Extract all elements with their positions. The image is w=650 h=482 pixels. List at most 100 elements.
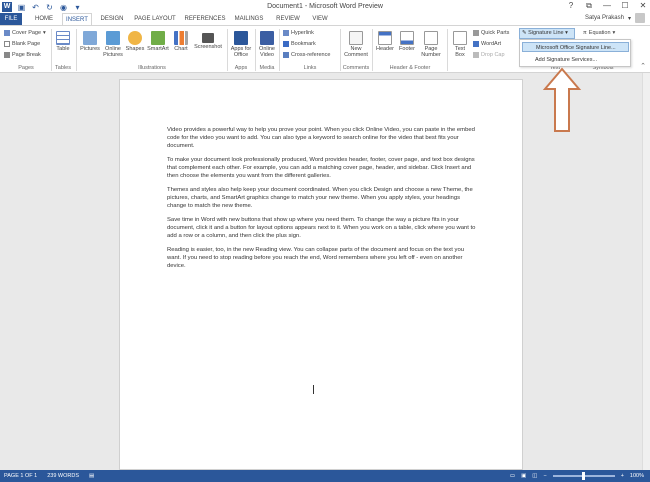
print-layout-icon[interactable]: ▣ [521,470,526,482]
shapes-button[interactable]: Shapes [125,31,145,52]
annotation-arrow-icon [542,67,582,132]
text-cursor [313,385,314,394]
tab-home[interactable]: HOME [30,13,58,25]
table-icon [56,31,70,45]
page-number-button[interactable]: Page Number [419,31,443,58]
cover-page-button[interactable]: Cover Page ▾ [4,30,46,36]
chevron-down-icon: ▾ [627,15,631,22]
status-bar: PAGE 1 OF 1 239 WORDS ▤ ▭ ▣ ◫ − + 100% [0,470,650,482]
window-controls: ? ⧉ — ☐ ✕ [566,1,648,11]
group-label-header-footer: Header & Footer [389,65,431,71]
tab-insert[interactable]: INSERT [62,13,92,25]
word-count[interactable]: 239 WORDS [47,470,79,482]
pictures-button[interactable]: Pictures [79,31,101,52]
zoom-level[interactable]: 100% [630,470,644,482]
online-pictures-icon [106,31,120,45]
maximize-button[interactable]: ☐ [620,1,630,11]
text-box-button[interactable]: Text Box [450,31,470,58]
equation-button[interactable]: π Equation ▾ [583,30,615,36]
tab-mailings[interactable]: MAILINGS [232,13,266,25]
zoom-slider[interactable] [552,472,615,480]
group-label-links: Links [303,65,317,71]
page-number-icon [424,31,438,45]
paragraph[interactable]: Video provides a powerful way to help yo… [167,126,477,151]
pictures-icon [83,31,97,45]
footer-button[interactable]: Footer [397,31,417,52]
paragraph[interactable]: To make your document look professionall… [167,156,477,181]
window-title: Document1 - Microsoft Word Preview [267,3,383,10]
menu-item-add-signature-services[interactable]: Add Signature Services... [522,55,629,65]
document-page[interactable]: Video provides a powerful way to help yo… [119,79,523,470]
group-label-pages: Pages [18,65,34,71]
tab-references[interactable]: REFERENCES [184,13,226,25]
zoom-slider-thumb[interactable] [581,472,585,480]
read-mode-icon[interactable]: ▭ [510,470,515,482]
vertical-scrollbar[interactable] [642,73,650,470]
tab-file[interactable]: FILE [0,13,22,25]
page-break-button[interactable]: Page Break [4,52,41,58]
drop-cap-button[interactable]: Drop Cap [473,52,505,58]
shapes-icon [128,31,142,45]
chevron-down-icon: ▾ [43,30,46,36]
apps-for-office-button[interactable]: Apps for Office [229,31,253,58]
video-icon [260,31,274,45]
minimize-button[interactable]: — [602,1,612,11]
quick-parts-button[interactable]: Quick Parts [473,30,509,36]
paragraph[interactable]: Themes and styles also help keep your do… [167,186,477,211]
drop-cap-icon [473,52,479,58]
paragraph[interactable]: Save time in Word with new buttons that … [167,216,477,241]
collapse-ribbon-icon[interactable]: ⌃ [640,62,646,70]
comment-icon [349,31,363,45]
table-button[interactable]: Table [54,31,72,52]
header-button[interactable]: Header [374,31,396,52]
user-account[interactable]: Satya Prakash ▾ [585,13,645,23]
signature-line-button[interactable]: ✎ Signature Line ▾ [519,28,575,39]
zoom-in-button[interactable]: + [621,470,624,482]
bookmark-button[interactable]: Bookmark [283,41,316,47]
tab-design[interactable]: DESIGN [98,13,126,25]
page-count[interactable]: PAGE 1 OF 1 [4,470,37,482]
blank-page-icon [4,41,10,47]
page-break-icon [4,52,10,58]
group-label-tables: Tables [55,65,71,71]
help-button[interactable]: ? [566,1,576,11]
wordart-icon [473,41,479,47]
menu-item-office-signature-line[interactable]: Microsoft Office Signature Line... [522,42,629,52]
document-body[interactable]: Video provides a powerful way to help yo… [167,126,477,276]
hyperlink-button[interactable]: Hyperlink [283,30,314,36]
proofing-icon[interactable]: ▤ [89,470,94,482]
ribbon-display-button[interactable]: ⧉ [584,1,594,11]
signature-pen-icon: ✎ [522,30,527,36]
chart-button[interactable]: Chart [172,31,190,52]
blank-page-button[interactable]: Blank Page [4,41,40,47]
smartart-button[interactable]: SmartArt [146,31,170,52]
new-comment-button[interactable]: New Comment [342,31,370,58]
store-icon [234,31,248,45]
cross-reference-button[interactable]: Cross-reference [283,52,330,58]
chevron-down-icon: ▾ [565,30,568,36]
paragraph[interactable]: Reading is easier, too, in the new Readi… [167,246,477,271]
signature-line-dropdown: Microsoft Office Signature Line... Add S… [519,39,631,67]
group-divider [279,29,280,71]
tab-page-layout[interactable]: PAGE LAYOUT [132,13,178,25]
avatar[interactable] [635,13,645,23]
header-icon [378,31,392,45]
screenshot-button[interactable]: Screenshot [192,31,224,50]
group-divider [447,29,448,71]
online-pictures-button[interactable]: Online Pictures [102,31,124,58]
online-video-button[interactable]: Online Video [257,31,277,58]
web-layout-icon[interactable]: ◫ [532,470,537,482]
group-label-comments: Comments [342,65,370,71]
cover-page-icon [4,30,10,36]
link-icon [283,30,289,36]
smartart-icon [151,31,165,45]
close-button[interactable]: ✕ [638,1,648,11]
tab-view[interactable]: VIEW [308,13,332,25]
footer-icon [400,31,414,45]
chevron-down-icon: ▾ [612,30,616,36]
wordart-button[interactable]: WordArt [473,41,501,47]
chart-icon [174,31,188,45]
zoom-out-button[interactable]: − [543,470,546,482]
pi-icon: π [583,30,587,36]
tab-review[interactable]: REVIEW [274,13,302,25]
